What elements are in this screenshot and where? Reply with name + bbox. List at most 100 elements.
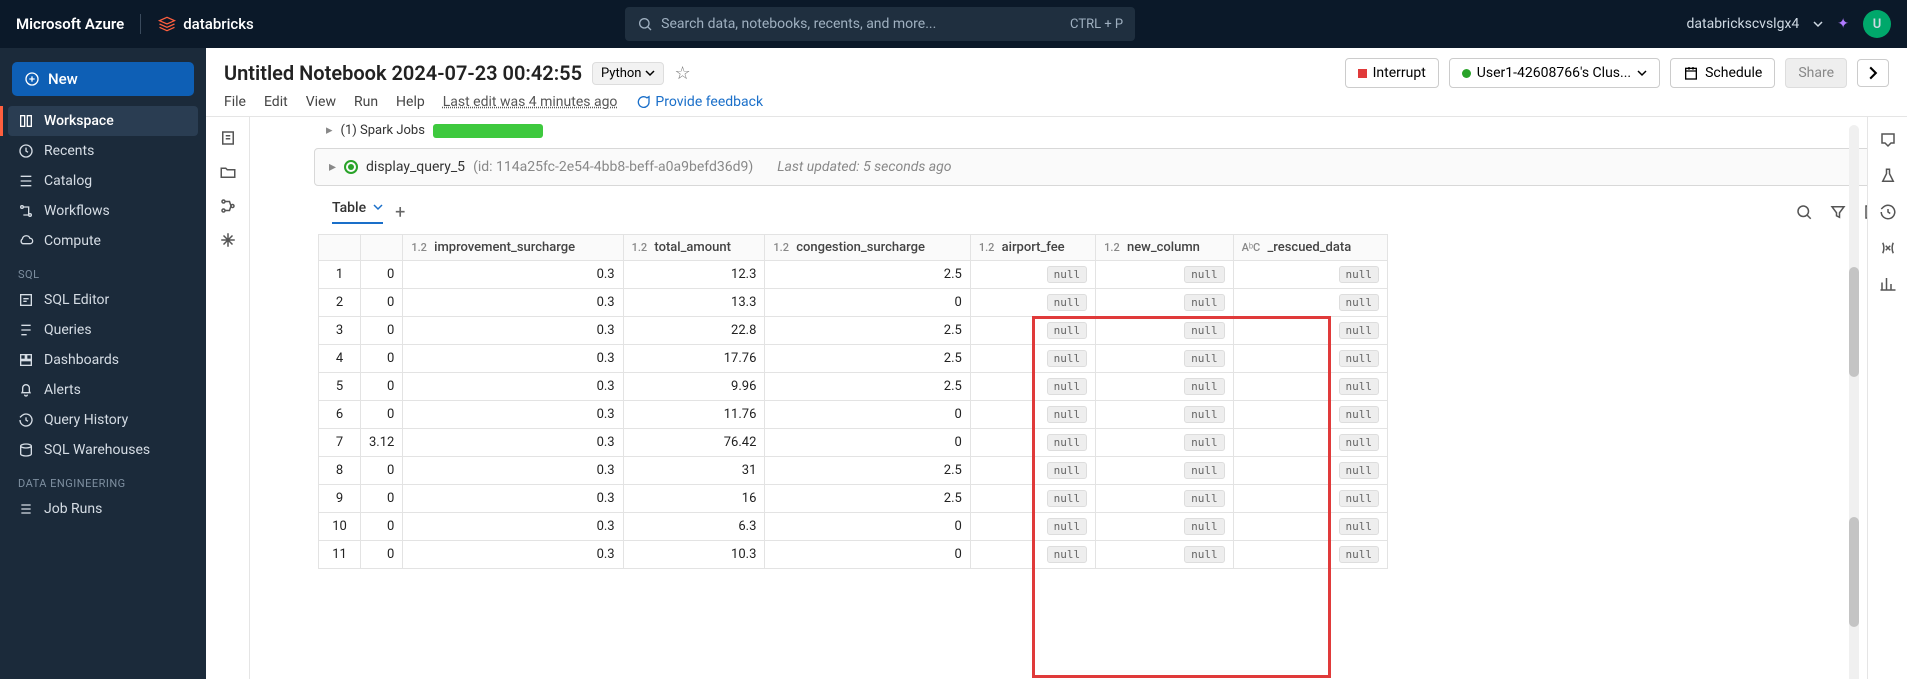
workspace-name[interactable]: databrickscvslgx4	[1686, 16, 1799, 32]
spark-jobs-row[interactable]: ▸ (1) Spark Jobs	[314, 117, 1895, 148]
col-header[interactable]: 1.2 new_column	[1096, 235, 1233, 261]
sidebar-item-label: Query History	[44, 412, 128, 428]
interrupt-label: Interrupt	[1373, 65, 1426, 81]
cell: null	[970, 345, 1095, 373]
sidebar-item-alerts[interactable]: Alerts	[8, 375, 198, 405]
right-rail	[1867, 117, 1907, 679]
folder-icon[interactable]	[219, 163, 237, 181]
flask-icon[interactable]	[1879, 167, 1897, 185]
table-row[interactable]: 500.39.962.5nullnullnull	[319, 373, 1388, 401]
interrupt-button[interactable]: Interrupt	[1345, 58, 1439, 88]
scrollbar-thumb[interactable]	[1849, 267, 1859, 377]
cell: 2.5	[765, 373, 970, 401]
query-row[interactable]: ▸ display_query_5 (id: 114a25fc-2e54-4bb…	[314, 148, 1895, 186]
table-row[interactable]: 400.317.762.5nullnullnull	[319, 345, 1388, 373]
menu-run[interactable]: Run	[354, 94, 378, 110]
sidebar-item-queries[interactable]: Queries	[8, 315, 198, 345]
workspace-icon	[18, 113, 34, 129]
menu-help[interactable]: Help	[396, 94, 425, 110]
search-input[interactable]: Search data, notebooks, recents, and mor…	[625, 7, 1135, 41]
add-viz-button[interactable]: +	[395, 202, 405, 223]
cell: 12.3	[623, 261, 765, 289]
sidebar-item-jobruns[interactable]: Job Runs	[8, 494, 198, 524]
table-tab-label: Table	[332, 200, 366, 216]
assistant-icon[interactable]: ✦	[1837, 16, 1849, 32]
share-button[interactable]: Share	[1785, 58, 1847, 88]
new-button[interactable]: New	[12, 62, 194, 96]
sidebar-item-workflows[interactable]: Workflows	[8, 196, 198, 226]
table-tab[interactable]: Table	[332, 200, 383, 224]
col-header[interactable]: AᵇC _rescued_data	[1233, 235, 1387, 261]
col-header[interactable]: 1.2 improvement_surcharge	[403, 235, 623, 261]
scrollbar-thumb[interactable]	[1849, 517, 1859, 627]
sidebar-item-workspace[interactable]: Workspace	[8, 106, 198, 136]
sidebar-item-compute[interactable]: Compute	[8, 226, 198, 256]
cell: 0.3	[403, 289, 623, 317]
row-index: 4	[319, 345, 361, 373]
avatar[interactable]: U	[1863, 10, 1891, 38]
schema-icon[interactable]	[219, 197, 237, 215]
search-icon	[637, 16, 653, 32]
cell: 31	[623, 457, 765, 485]
menu-edit[interactable]: Edit	[264, 94, 288, 110]
sidebar-item-warehouses[interactable]: SQL Warehouses	[8, 435, 198, 465]
toc-icon[interactable]	[219, 129, 237, 147]
chevron-down-icon	[645, 68, 655, 78]
col-header[interactable]: 1.2 airport_fee	[970, 235, 1095, 261]
cell: 0	[765, 541, 970, 569]
row-index: 2	[319, 289, 361, 317]
language-select[interactable]: Python	[592, 62, 664, 85]
table-row[interactable]: 1100.310.30nullnullnull	[319, 541, 1388, 569]
cell: null	[1233, 429, 1387, 457]
search-icon[interactable]	[1795, 203, 1813, 221]
sidebar-item-queryhistory[interactable]: Query History	[8, 405, 198, 435]
progress-bar	[433, 124, 543, 138]
table-row[interactable]: 73.120.376.420nullnullnull	[319, 429, 1388, 457]
cluster-select[interactable]: User1-42608766's Clus...	[1449, 58, 1660, 88]
favorite-star[interactable]: ☆	[674, 63, 690, 84]
sidebar-item-catalog[interactable]: Catalog	[8, 166, 198, 196]
table-row[interactable]: 800.3312.5nullnullnull	[319, 457, 1388, 485]
variable-icon[interactable]	[1879, 239, 1897, 257]
cell: 0	[361, 457, 403, 485]
notebook-title[interactable]: Untitled Notebook 2024-07-23 00:42:55	[224, 61, 582, 85]
feedback-link[interactable]: Provide feedback	[635, 94, 763, 110]
cell: 0.3	[403, 429, 623, 457]
menu-file[interactable]: File	[224, 94, 246, 110]
sparkle-icon[interactable]	[219, 231, 237, 249]
col-header[interactable]: 1.2 congestion_surcharge	[765, 235, 970, 261]
table-row[interactable]: 1000.36.30nullnullnull	[319, 513, 1388, 541]
chevron-down-icon	[373, 202, 383, 212]
table-row[interactable]: 100.312.32.5nullnullnull	[319, 261, 1388, 289]
cell: null	[970, 373, 1095, 401]
sidebar-item-recents[interactable]: Recents	[8, 136, 198, 166]
data-table[interactable]: 1.2 improvement_surcharge1.2 total_amoun…	[318, 234, 1388, 569]
last-edit[interactable]: Last edit was 4 minutes ago	[443, 94, 618, 110]
col-header[interactable]: 1.2 total_amount	[623, 235, 765, 261]
table-row[interactable]: 200.313.30nullnullnull	[319, 289, 1388, 317]
comment-icon[interactable]	[1879, 131, 1897, 149]
filter-icon[interactable]	[1829, 203, 1847, 221]
table-row[interactable]: 300.322.82.5nullnullnull	[319, 317, 1388, 345]
history-icon	[18, 412, 34, 428]
cell: 2.5	[765, 261, 970, 289]
table-row[interactable]: 600.311.760nullnullnull	[319, 401, 1388, 429]
sidebar-item-sqleditor[interactable]: SQL Editor	[8, 285, 198, 315]
sidebar-item-dashboards[interactable]: Dashboards	[8, 345, 198, 375]
sidebar-item-label: Dashboards	[44, 352, 119, 368]
cell: null	[970, 485, 1095, 513]
search-shortcut: CTRL + P	[1070, 17, 1123, 32]
cell: null	[1233, 345, 1387, 373]
cell: 0	[361, 485, 403, 513]
cell: null	[970, 429, 1095, 457]
expand-button[interactable]	[1857, 59, 1889, 87]
chevron-down-icon[interactable]	[1813, 19, 1823, 29]
schedule-button[interactable]: Schedule	[1670, 58, 1775, 88]
menu-view[interactable]: View	[306, 94, 336, 110]
chart-icon[interactable]	[1879, 275, 1897, 293]
table-row[interactable]: 900.3162.5nullnullnull	[319, 485, 1388, 513]
sidebar-item-label: Queries	[44, 322, 92, 338]
history-icon[interactable]	[1879, 203, 1897, 221]
cell: 0.3	[403, 317, 623, 345]
databricks-logo[interactable]: databricks	[140, 14, 254, 34]
